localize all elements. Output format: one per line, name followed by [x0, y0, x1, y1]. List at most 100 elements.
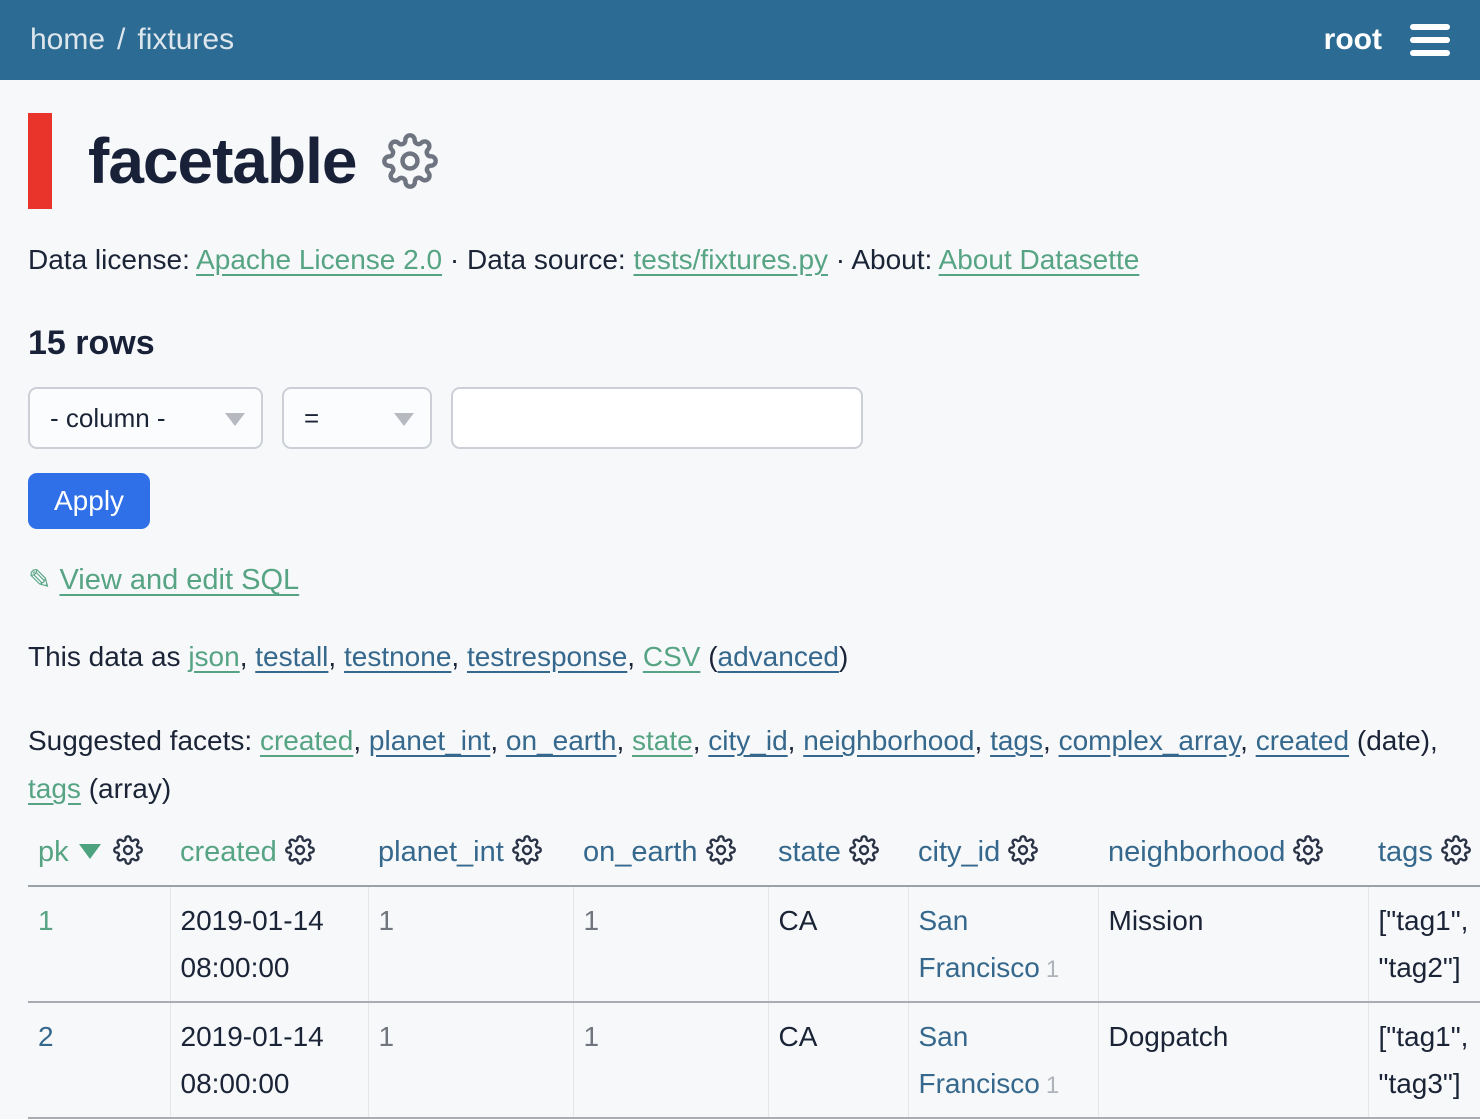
- facet-link-state[interactable]: state: [632, 725, 693, 756]
- facet-link-complex-array[interactable]: complex_array: [1059, 725, 1241, 756]
- column-sort-link-neighborhood[interactable]: neighborhood: [1108, 836, 1285, 868]
- cell-planet-int: 1: [368, 1002, 573, 1118]
- chevron-down-icon: [394, 413, 414, 426]
- cell-pk: 2: [28, 1002, 170, 1118]
- about-label: About:: [851, 244, 938, 275]
- apply-button[interactable]: Apply: [28, 473, 150, 529]
- data-table: pk created planet_int on_earth state cit…: [28, 827, 1480, 1119]
- export-link-csv[interactable]: CSV: [643, 641, 701, 672]
- view-edit-sql-line: ✎ View and edit SQL: [28, 563, 1452, 597]
- cell-neighborhood: Dogpatch: [1098, 1002, 1368, 1118]
- facet-link-tags[interactable]: tags: [990, 725, 1043, 756]
- export-link-testnone[interactable]: testnone: [344, 641, 451, 672]
- column-settings-gear-icon[interactable]: [706, 835, 736, 873]
- column-settings-gear-icon[interactable]: [1441, 835, 1471, 873]
- column-header-state: state: [768, 827, 908, 886]
- suggested-facets-line: Suggested facets: created, planet_int, o…: [28, 717, 1452, 813]
- metadata-line: Data license: Apache License 2.0 · Data …: [28, 244, 1452, 276]
- filter-operator-value: =: [304, 403, 319, 434]
- license-label: Data license:: [28, 244, 196, 275]
- city-link[interactable]: San Francisco: [919, 905, 1040, 983]
- filter-column-select[interactable]: - column -: [28, 387, 263, 449]
- facet-link-neighborhood[interactable]: neighborhood: [803, 725, 974, 756]
- column-sort-link-pk[interactable]: pk: [38, 836, 69, 868]
- column-header-city-id: city_id: [908, 827, 1098, 886]
- column-header-on-earth: on_earth: [573, 827, 768, 886]
- table-settings-gear-icon[interactable]: [382, 133, 438, 189]
- table-row: 1 2019-01-14 08:00:00 1 1 CA San Francis…: [28, 886, 1480, 1002]
- separator-text: ·: [828, 244, 851, 275]
- breadcrumb-separator: /: [117, 23, 125, 57]
- cell-state: CA: [768, 886, 908, 1002]
- filter-operator-select[interactable]: =: [282, 387, 432, 449]
- cell-pk: 1: [28, 886, 170, 1002]
- breadcrumb: home / fixtures: [30, 23, 234, 57]
- column-settings-gear-icon[interactable]: [1008, 835, 1038, 873]
- filter-row: - column - =: [28, 387, 1452, 449]
- row-pk-link[interactable]: 2: [38, 1021, 54, 1052]
- breadcrumb-home-link[interactable]: home: [30, 23, 105, 57]
- export-prefix: This data as: [28, 641, 188, 672]
- column-settings-gear-icon[interactable]: [1293, 835, 1323, 873]
- hamburger-menu-icon[interactable]: [1410, 20, 1450, 60]
- column-settings-gear-icon[interactable]: [512, 835, 542, 873]
- page-title: facetable: [88, 124, 356, 198]
- table-header-row: pk created planet_int on_earth state cit…: [28, 827, 1480, 886]
- cell-planet-int: 1: [368, 886, 573, 1002]
- cell-neighborhood: Mission: [1098, 886, 1368, 1002]
- cell-state: CA: [768, 1002, 908, 1118]
- city-link[interactable]: San Francisco: [919, 1021, 1040, 1099]
- facet-link-created-date[interactable]: created: [1256, 725, 1349, 756]
- chevron-down-icon: [225, 413, 245, 426]
- facet-link-city-id[interactable]: city_id: [708, 725, 787, 756]
- column-header-neighborhood: neighborhood: [1098, 827, 1368, 886]
- column-header-pk: pk: [28, 827, 170, 886]
- city-id-value: 1: [1046, 956, 1059, 983]
- column-sort-link-city-id[interactable]: city_id: [918, 836, 1000, 868]
- license-link[interactable]: Apache License 2.0: [196, 244, 442, 275]
- title-accent-bar: [28, 113, 52, 209]
- about-link[interactable]: About Datasette: [939, 244, 1140, 275]
- logged-in-user[interactable]: root: [1324, 23, 1382, 57]
- pencil-icon: ✎: [28, 564, 51, 595]
- facet-link-on-earth[interactable]: on_earth: [506, 725, 617, 756]
- cell-created: 2019-01-14 08:00:00: [170, 886, 368, 1002]
- page-title-row: facetable: [28, 112, 1452, 210]
- facets-prefix: Suggested facets:: [28, 725, 260, 756]
- source-link[interactable]: tests/fixtures.py: [634, 244, 829, 275]
- separator-text: ·: [442, 244, 467, 275]
- column-header-planet-int: planet_int: [368, 827, 573, 886]
- row-pk-link[interactable]: 1: [38, 905, 54, 936]
- column-sort-link-on-earth[interactable]: on_earth: [583, 836, 698, 868]
- facet-link-created[interactable]: created: [260, 725, 353, 756]
- cell-on-earth: 1: [573, 1002, 768, 1118]
- cell-on-earth: 1: [573, 886, 768, 1002]
- view-edit-sql-link[interactable]: View and edit SQL: [59, 564, 299, 596]
- export-link-testresponse[interactable]: testresponse: [467, 641, 627, 672]
- filter-column-value: - column -: [50, 403, 166, 434]
- sort-descending-icon: [79, 844, 101, 859]
- column-sort-link-tags[interactable]: tags: [1378, 836, 1433, 868]
- column-sort-link-planet-int[interactable]: planet_int: [378, 836, 504, 868]
- column-sort-link-created[interactable]: created: [180, 836, 277, 868]
- export-link-advanced[interactable]: advanced: [718, 641, 839, 672]
- table-row: 2 2019-01-14 08:00:00 1 1 CA San Francis…: [28, 1002, 1480, 1118]
- column-settings-gear-icon[interactable]: [849, 835, 879, 873]
- column-settings-gear-icon[interactable]: [113, 835, 143, 873]
- column-header-tags: tags: [1368, 827, 1480, 886]
- filter-value-input[interactable]: [451, 387, 863, 449]
- export-link-json[interactable]: json: [188, 641, 239, 672]
- column-sort-link-state[interactable]: state: [778, 836, 841, 868]
- cell-tags: ["tag1", "tag3"]: [1368, 1002, 1480, 1118]
- top-navigation-bar: home / fixtures root: [0, 0, 1480, 80]
- cell-city-id: San Francisco1: [908, 1002, 1098, 1118]
- column-settings-gear-icon[interactable]: [285, 835, 315, 873]
- export-link-testall[interactable]: testall: [255, 641, 328, 672]
- facet-link-tags-array[interactable]: tags: [28, 773, 81, 804]
- cell-created: 2019-01-14 08:00:00: [170, 1002, 368, 1118]
- export-line: This data as json, testall, testnone, te…: [28, 641, 1452, 673]
- row-count-heading: 15 rows: [28, 324, 1452, 363]
- facet-link-planet-int[interactable]: planet_int: [369, 725, 490, 756]
- cell-tags: ["tag1", "tag2"]: [1368, 886, 1480, 1002]
- breadcrumb-fixtures-link[interactable]: fixtures: [137, 23, 234, 57]
